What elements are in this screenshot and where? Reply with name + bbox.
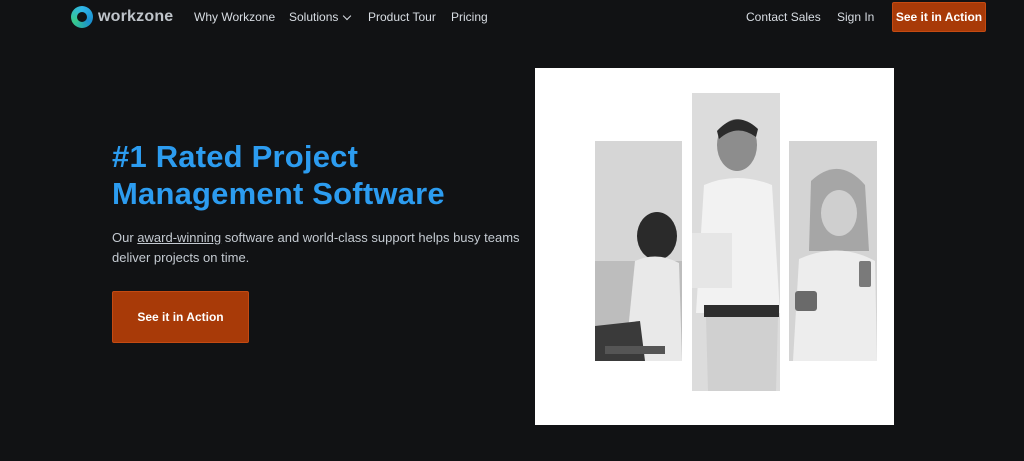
hero-subtext-before: Our [112, 230, 138, 245]
photo-strip-man-laptop [595, 141, 682, 361]
hero-subtext: Our award-winning software and world-cla… [112, 228, 532, 268]
top-navigation: workzone Why Workzone Solutions Product … [0, 0, 1024, 34]
hero-headline-bold: #1 Rated [112, 139, 243, 174]
sign-in-link[interactable]: Sign In [837, 10, 874, 24]
nav-link-why-workzone[interactable]: Why Workzone [194, 10, 275, 24]
photo-man-glasses [692, 93, 780, 391]
logo-link[interactable]: workzone [71, 6, 173, 28]
contact-sales-link[interactable]: Contact Sales [746, 10, 821, 24]
nav-link-product-tour[interactable]: Product Tour [368, 10, 436, 24]
nav-link-pricing[interactable]: Pricing [451, 10, 488, 24]
hero-photo-panel [535, 68, 894, 425]
chevron-down-icon [343, 11, 352, 21]
hero-see-it-in-action-button[interactable]: See it in Action [112, 291, 249, 343]
photo-strip-man-glasses [692, 93, 780, 391]
award-winning-link[interactable]: award-winning [137, 230, 221, 245]
nav-link-solutions[interactable]: Solutions [289, 10, 352, 24]
photo-strip-woman-coffee [789, 141, 877, 361]
photo-woman-coffee [789, 141, 877, 361]
workzone-logo-icon [71, 6, 93, 28]
nav-link-solutions-label: Solutions [289, 10, 339, 24]
photo-man-laptop [595, 141, 682, 361]
hero-headline: #1 Rated Project Management Software [112, 138, 512, 212]
nav-see-it-in-action-button[interactable]: See it in Action [892, 2, 986, 32]
logo-text: workzone [98, 8, 174, 25]
